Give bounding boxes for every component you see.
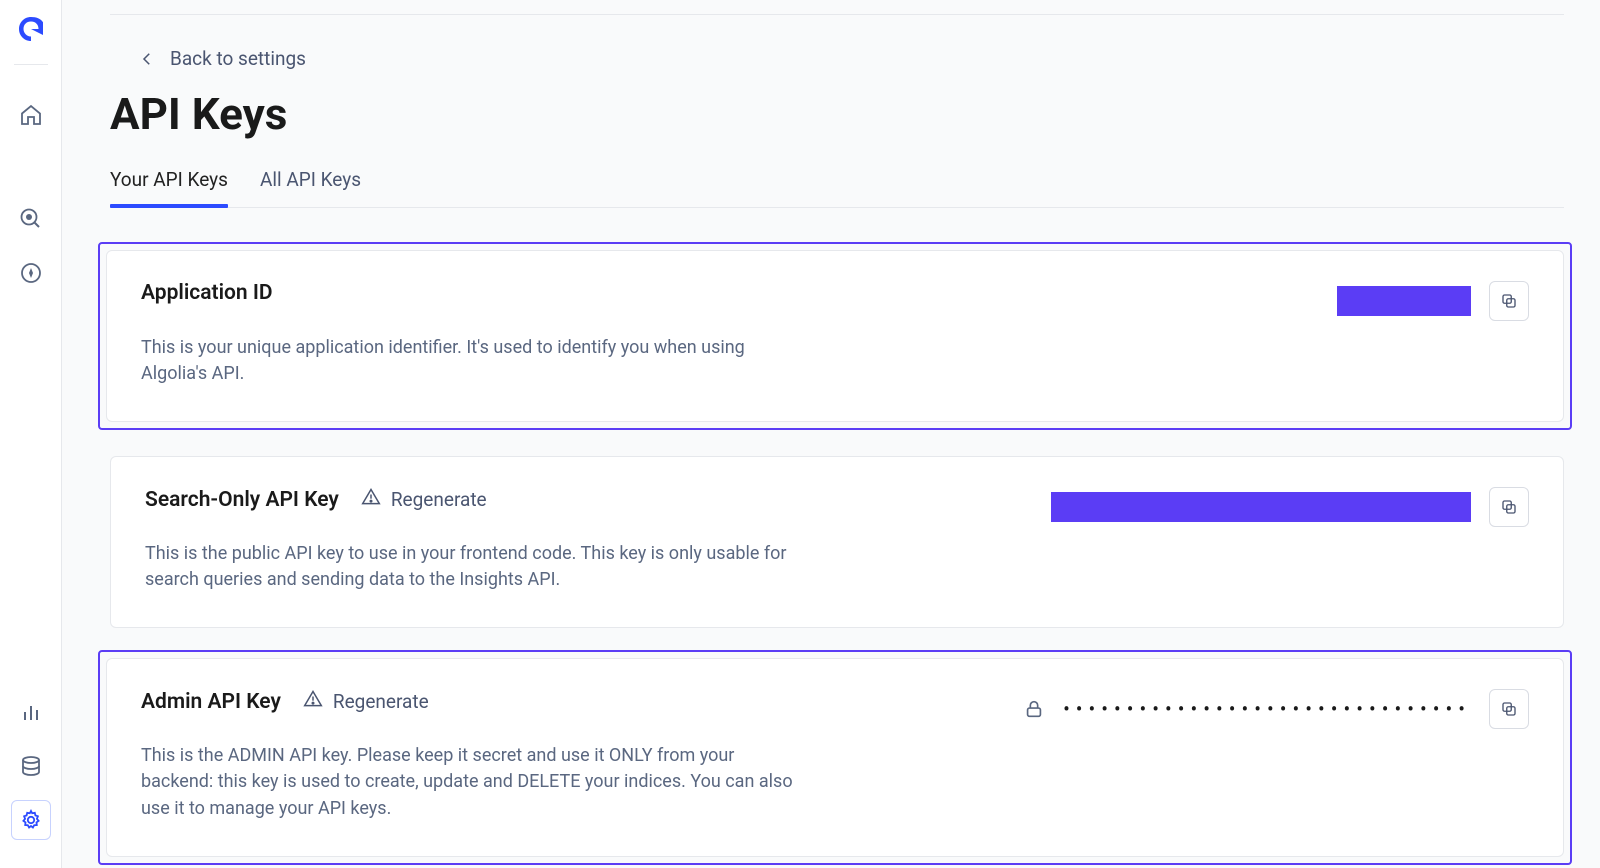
card-title: Application ID — [141, 281, 273, 305]
card-description: This is your unique application identifi… — [141, 335, 801, 387]
main-content: Back to settings API Keys Your API Keys … — [62, 0, 1600, 868]
warning-icon — [361, 487, 381, 512]
regenerate-label: Regenerate — [333, 690, 429, 713]
application-id-card-highlight: Application ID This is your unique appli… — [98, 242, 1572, 430]
divider — [110, 14, 1564, 15]
page-title: API Keys — [110, 88, 1564, 140]
regenerate-admin-key-button[interactable]: Regenerate — [303, 689, 429, 714]
back-label: Back to settings — [170, 47, 306, 70]
nav-analytics-icon[interactable] — [11, 692, 51, 732]
nav-search-icon[interactable] — [11, 199, 51, 239]
copy-admin-key-button[interactable] — [1489, 689, 1529, 729]
nav-data-icon[interactable] — [11, 746, 51, 786]
warning-icon — [303, 689, 323, 714]
admin-api-key-card-highlight: Admin API Key Regenerate •••••••••••••••… — [98, 650, 1572, 864]
divider — [14, 64, 48, 65]
card-title: Admin API Key — [141, 690, 281, 714]
sidebar — [0, 0, 62, 868]
admin-api-key-masked: •••••••••••••••••••••••••••••••• — [1063, 697, 1471, 721]
regenerate-search-key-button[interactable]: Regenerate — [361, 487, 487, 512]
nav-home-icon[interactable] — [11, 95, 51, 135]
card-title: Search-Only API Key — [145, 488, 339, 512]
card-description: This is the ADMIN API key. Please keep i… — [141, 743, 801, 821]
tab-all-api-keys[interactable]: All API Keys — [260, 168, 361, 207]
nav-recommend-icon[interactable] — [11, 253, 51, 293]
application-id-value-redacted — [1337, 286, 1471, 316]
lock-icon — [1023, 698, 1045, 720]
card-description: This is the public API key to use in you… — [145, 541, 805, 593]
tab-your-api-keys[interactable]: Your API Keys — [110, 168, 228, 207]
algolia-logo-icon — [16, 14, 46, 44]
back-to-settings-link[interactable]: Back to settings — [138, 47, 306, 70]
search-api-key-value-redacted — [1051, 492, 1471, 522]
search-api-key-card-wrap: Search-Only API Key Regenerate This is t… — [110, 456, 1564, 628]
application-id-card: Application ID This is your unique appli… — [106, 250, 1564, 422]
nav-settings-icon[interactable] — [11, 800, 51, 840]
copy-search-key-button[interactable] — [1489, 487, 1529, 527]
copy-application-id-button[interactable] — [1489, 281, 1529, 321]
search-api-key-card: Search-Only API Key Regenerate This is t… — [110, 456, 1564, 628]
tabs: Your API Keys All API Keys — [110, 168, 1564, 208]
regenerate-label: Regenerate — [391, 488, 487, 511]
admin-api-key-card: Admin API Key Regenerate •••••••••••••••… — [106, 658, 1564, 856]
